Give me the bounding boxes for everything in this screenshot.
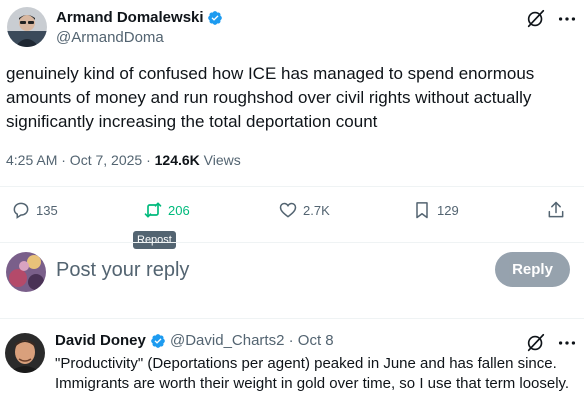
repost-count: 206 (168, 202, 190, 218)
bookmark-icon (416, 202, 428, 219)
reply-author-handle[interactable]: @David_Charts2 · Oct 8 (170, 332, 334, 350)
reply-text: "Productivity" (Deportations per agent) … (55, 355, 570, 392)
verified-badge-icon (150, 333, 166, 349)
views-label: Views (199, 152, 241, 168)
repost-tooltip: Repost (133, 231, 176, 249)
reply-button[interactable]: Reply (495, 252, 570, 287)
author-handle[interactable]: @ArmandDoma (56, 29, 164, 47)
views-count: 124.6K (154, 152, 200, 168)
more-icon[interactable] (556, 8, 578, 30)
reply-icon (13, 202, 29, 219)
share-action[interactable] (546, 199, 571, 221)
current-user-avatar[interactable] (6, 252, 46, 292)
author-name[interactable]: Armand Domalewski (56, 8, 204, 28)
divider (0, 242, 584, 243)
author-avatar[interactable] (7, 7, 47, 47)
grok-icon[interactable] (525, 8, 547, 30)
reply-input[interactable]: Post your reply (56, 258, 189, 282)
verified-badge-icon (207, 10, 223, 26)
bookmark-action[interactable]: 129 (412, 199, 459, 221)
more-icon[interactable] (556, 332, 578, 354)
repost-action[interactable]: 206 (143, 199, 190, 221)
divider (0, 186, 584, 187)
reply-author-name[interactable]: David Doney (55, 332, 146, 350)
like-count: 2.7K (303, 202, 330, 218)
repost-icon (144, 202, 162, 218)
reply-action[interactable]: 135 (11, 199, 58, 221)
divider (0, 318, 584, 319)
post-timestamp[interactable]: 4:25 AM · Oct 7, 2025 · (6, 152, 155, 168)
post-text: genuinely kind of confused how ICE has m… (6, 64, 535, 131)
share-icon (548, 201, 564, 218)
bookmark-count: 129 (437, 202, 459, 218)
post-meta: 4:25 AM · Oct 7, 2025 · 124.6K Views (6, 151, 241, 169)
grok-icon[interactable] (525, 332, 547, 354)
like-action[interactable]: 2.7K (278, 199, 330, 221)
reply-count: 135 (36, 202, 58, 218)
like-icon (279, 202, 297, 218)
reply-author-avatar[interactable] (5, 333, 45, 373)
